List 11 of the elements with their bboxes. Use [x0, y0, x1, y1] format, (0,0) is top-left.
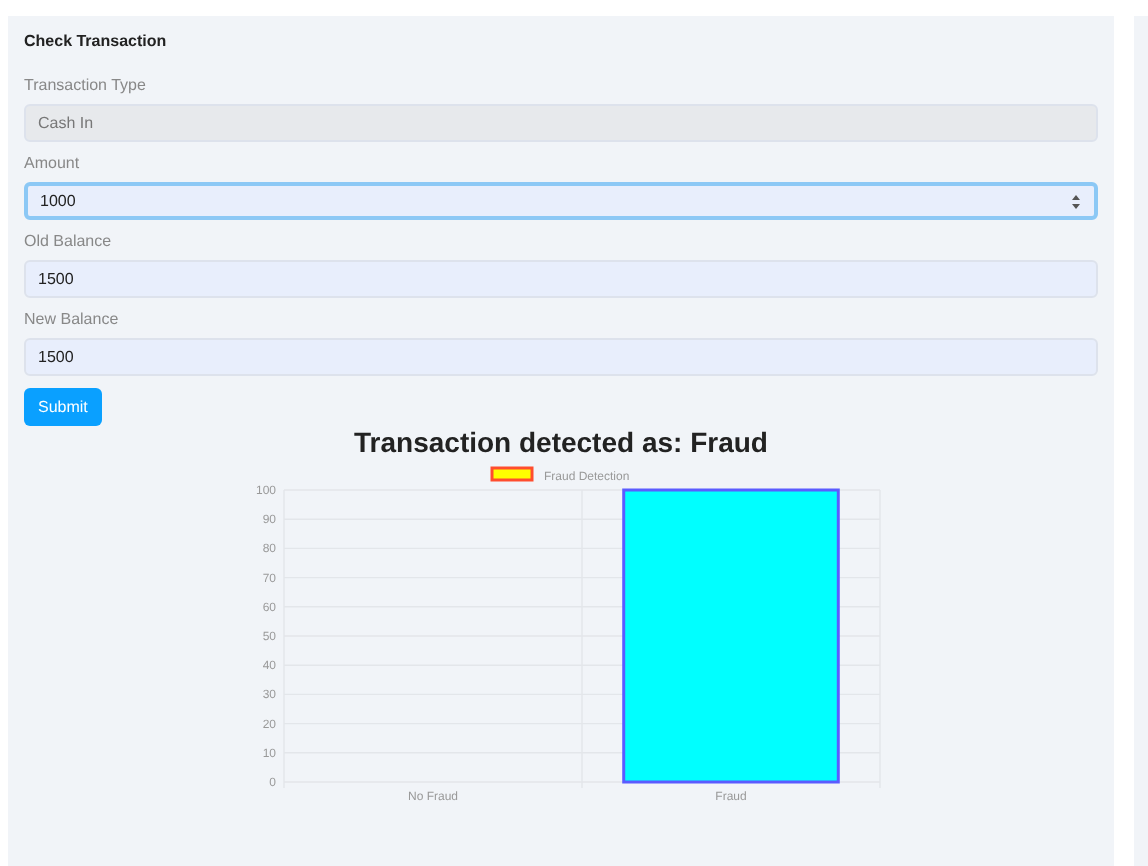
- legend-swatch-icon[interactable]: [490, 466, 534, 482]
- result-heading: Transaction detected as: Fraud: [352, 426, 770, 458]
- field-label: New Balance: [24, 310, 121, 328]
- spinner-icon[interactable]: [1070, 191, 1082, 211]
- form-title: Check Transaction: [24, 32, 169, 50]
- input-field[interactable]: 1500: [24, 260, 1098, 298]
- input-field[interactable]: 1500: [24, 338, 1098, 376]
- field-label: Old Balance: [24, 232, 114, 250]
- field-label: Transaction Type: [24, 76, 148, 94]
- field-label: Amount: [24, 154, 82, 172]
- input-field[interactable]: 1000: [24, 182, 1098, 220]
